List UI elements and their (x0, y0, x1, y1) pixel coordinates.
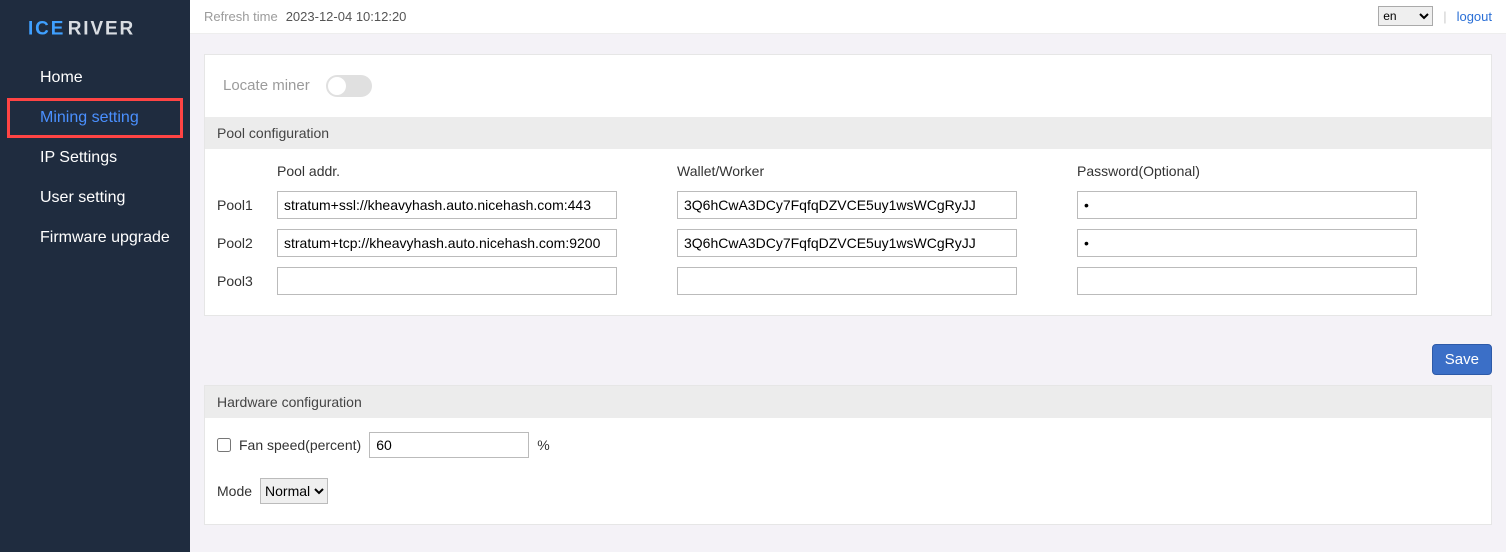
pool-header-wallet: Wallet/Worker (677, 163, 1017, 181)
sidebar: ICE RIVER Home Mining setting IP Setting… (0, 0, 190, 552)
sidebar-item-user-setting[interactable]: User setting (0, 178, 190, 218)
pool1-addr-input[interactable] (277, 191, 617, 219)
pool-panel: Locate miner Pool configuration Pool add… (204, 54, 1492, 316)
refresh-label: Refresh time (204, 9, 278, 24)
brand-logo: ICE RIVER (0, 8, 190, 58)
mode-select[interactable]: Normal (260, 478, 328, 504)
hardware-panel: Hardware configuration Fan speed(percent… (204, 385, 1492, 525)
main: Refresh time 2023-12-04 10:12:20 en | lo… (190, 0, 1506, 552)
pool1-wallet-input[interactable] (677, 191, 1017, 219)
fan-speed-label: Fan speed(percent) (239, 437, 361, 453)
topbar-divider: | (1443, 9, 1446, 24)
sidebar-item-mining-setting[interactable]: Mining setting (7, 98, 183, 138)
brand-part1: ICE (28, 19, 65, 40)
mode-row: Mode Normal (217, 478, 1479, 504)
refresh-time: 2023-12-04 10:12:20 (286, 9, 407, 24)
logout-link[interactable]: logout (1457, 9, 1492, 24)
pool-grid: Pool addr. Wallet/Worker Password(Option… (205, 149, 1491, 315)
mode-label: Mode (217, 483, 252, 499)
fan-speed-checkbox[interactable] (217, 438, 231, 452)
nav: Home Mining setting IP Settings User set… (0, 58, 190, 258)
fan-speed-input[interactable] (369, 432, 529, 458)
language-select[interactable]: en (1378, 6, 1433, 26)
locate-miner-row: Locate miner (205, 55, 1491, 117)
save-row: Save (204, 344, 1492, 385)
fan-speed-unit: % (537, 437, 549, 453)
pool2-wallet-input[interactable] (677, 229, 1017, 257)
pool2-label: Pool2 (217, 235, 277, 251)
pool3-password-input[interactable] (1077, 267, 1417, 295)
locate-miner-toggle[interactable] (326, 75, 372, 97)
save-button[interactable]: Save (1432, 344, 1492, 375)
pool3-wallet-input[interactable] (677, 267, 1017, 295)
topbar: Refresh time 2023-12-04 10:12:20 en | lo… (190, 0, 1506, 34)
pool2-password-input[interactable] (1077, 229, 1417, 257)
pool1-password-input[interactable] (1077, 191, 1417, 219)
sidebar-item-firmware-upgrade[interactable]: Firmware upgrade (0, 218, 190, 258)
pool2-addr-input[interactable] (277, 229, 617, 257)
pool3-label: Pool3 (217, 273, 277, 289)
pool-header-addr: Pool addr. (277, 163, 617, 181)
sidebar-item-ip-settings[interactable]: IP Settings (0, 138, 190, 178)
content: Locate miner Pool configuration Pool add… (190, 34, 1506, 552)
pool-section-header: Pool configuration (205, 117, 1491, 149)
pool1-label: Pool1 (217, 197, 277, 213)
fan-speed-row: Fan speed(percent) % (217, 432, 1479, 458)
locate-miner-label: Locate miner (223, 77, 310, 94)
hardware-section-header: Hardware configuration (205, 386, 1491, 418)
brand-part2: RIVER (68, 19, 135, 40)
sidebar-item-home[interactable]: Home (0, 58, 190, 98)
pool3-addr-input[interactable] (277, 267, 617, 295)
pool-header-password: Password(Optional) (1077, 163, 1417, 181)
